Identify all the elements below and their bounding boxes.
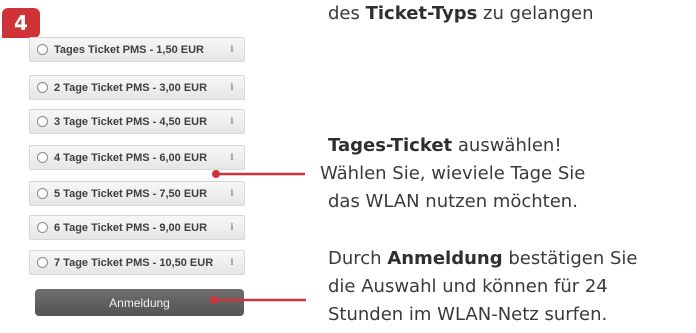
instruction-text-submit: Durch Anmeldung bestätigen Sie die Auswa… bbox=[328, 248, 638, 325]
callout-line-submit bbox=[210, 296, 306, 304]
callout-line-ticket-selection bbox=[212, 170, 305, 178]
instruction-text-ticket-selection: Tages-Ticket auswählen! Wählen Sie, wiev… bbox=[320, 135, 586, 212]
instruction-text-top: des Ticket-Typs zu gelangen bbox=[328, 3, 594, 24]
